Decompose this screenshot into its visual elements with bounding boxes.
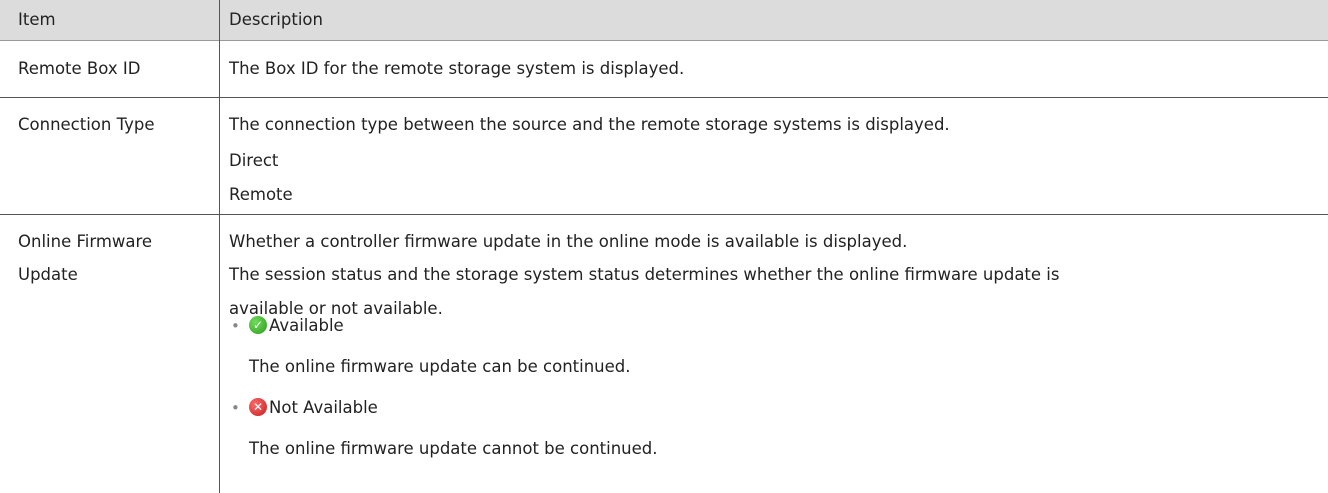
column-divider: [219, 0, 220, 493]
table-header: [0, 0, 1328, 41]
row-online-firmware-item-line1: Online Firmware: [18, 232, 153, 251]
x-circle-icon: ✕: [249, 398, 267, 416]
status-not-available-label: Not Available: [269, 398, 378, 417]
row-separator: [0, 214, 1328, 215]
status-not-available-detail: The online firmware update cannot be con…: [249, 439, 658, 458]
row-connection-type-item: Connection Type: [18, 115, 155, 134]
status-available-label: Available: [269, 316, 344, 335]
row-separator: [0, 97, 1328, 98]
row-remote-box-id-description: The Box ID for the remote storage system…: [229, 59, 685, 78]
row-connection-type-description: The connection type between the source a…: [229, 115, 950, 134]
bullet-dot: •: [231, 317, 240, 335]
check-circle-icon: ✓: [249, 316, 267, 334]
description-table: Item Description Remote Box ID The Box I…: [0, 0, 1328, 493]
status-available-detail: The online firmware update can be contin…: [249, 357, 631, 376]
bullet-dot: •: [231, 399, 240, 417]
row-remote-box-id-item: Remote Box ID: [18, 59, 141, 78]
header-description: Description: [229, 10, 323, 29]
online-firmware-description-line2: The session status and the storage syste…: [229, 265, 1060, 284]
row-online-firmware-item-line2: Update: [18, 265, 78, 284]
connection-type-direct: Direct: [229, 151, 279, 170]
online-firmware-description-line1: Whether a controller firmware update in …: [229, 232, 908, 251]
connection-type-remote: Remote: [229, 185, 293, 204]
header-item: Item: [18, 10, 56, 29]
